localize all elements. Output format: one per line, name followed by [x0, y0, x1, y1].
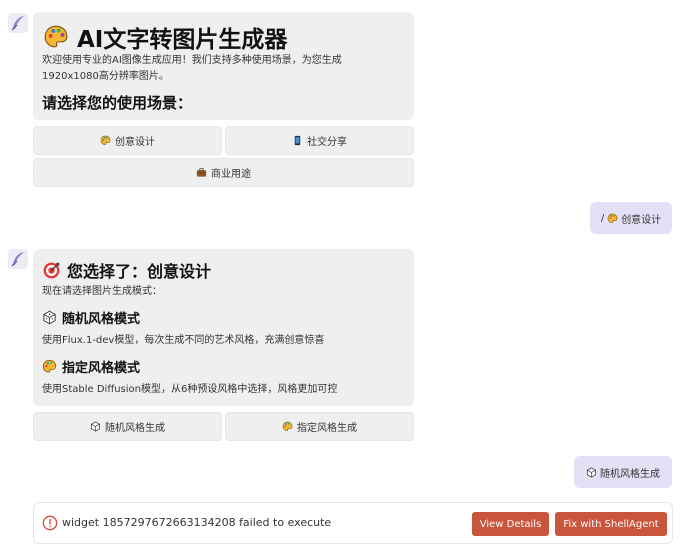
phone-icon [292, 135, 303, 146]
target-icon [42, 261, 61, 280]
selection-title: 您选择了：创意设计 [42, 258, 211, 282]
user-message-text: 创意设计 [621, 214, 662, 226]
palette-icon [100, 135, 111, 146]
scene-button-creative[interactable]: 创意设计 [33, 126, 222, 155]
palette-icon [42, 359, 57, 374]
random-mode-title-text: 随机风格模式 [62, 312, 141, 327]
random-mode-title: 随机风格模式 [42, 308, 140, 327]
quill-icon [11, 16, 24, 31]
description-line: 欢迎使用专业的AI图像生成应用！我们支持多种使用场景，为您生成 [42, 55, 342, 66]
briefcase-icon [196, 167, 207, 178]
user-message-text: 随机风格生成 [600, 468, 660, 480]
user-message-creative: / 创意设计 [590, 202, 672, 234]
scene-button-social[interactable]: 社交分享 [225, 126, 414, 155]
bot-avatar [8, 13, 28, 33]
user-message-random: 随机风格生成 [574, 456, 672, 488]
button-label: 指定风格生成 [297, 423, 357, 434]
view-details-button[interactable]: View Details [472, 512, 549, 536]
random-mode-description: 使用Flux.1-dev模型，每次生成不同的艺术风格，充满创意惊喜 [42, 335, 325, 346]
button-label: 创意设计 [115, 137, 155, 148]
specified-mode-description: 使用Stable Diffusion模型，从6种预设风格中选择，风格更加可控 [42, 384, 338, 395]
button-label: 随机风格生成 [105, 423, 165, 434]
bot-message-welcome: AI文字转图片生成器 欢迎使用专业的AI图像生成应用！我们支持多种使用场景，为您… [33, 12, 414, 120]
fix-with-shellagent-button[interactable]: Fix with ShellAgent [555, 512, 667, 536]
app-title: AI文字转图片生成器 [43, 20, 287, 54]
dice-icon [586, 466, 597, 478]
welcome-description: 欢迎使用专业的AI图像生成应用！我们支持多种使用场景，为您生成 1920x108… [42, 53, 407, 85]
widget-error-banner: widget 1857297672663134208 failed to exe… [33, 502, 673, 544]
bot-avatar [8, 249, 28, 269]
scene-button-business[interactable]: 商业用途 [33, 158, 414, 187]
random-style-button[interactable]: 随机风格生成 [33, 412, 222, 441]
palette-icon [43, 24, 69, 50]
description-line: 1920x1080高分辨率图片。 [42, 71, 169, 82]
dice-icon [42, 310, 57, 325]
specified-mode-title: 指定风格模式 [42, 357, 140, 376]
error-message: widget 1857297672663134208 failed to exe… [62, 516, 332, 529]
button-label: 社交分享 [307, 137, 347, 148]
alert-circle-icon [42, 515, 58, 531]
quill-icon [11, 252, 24, 267]
specified-style-button[interactable]: 指定风格生成 [225, 412, 414, 441]
scene-prompt: 请选择您的使用场景： [42, 94, 193, 112]
selection-title-text: 您选择了：创意设计 [67, 262, 212, 281]
mode-intro: 现在请选择图片生成模式： [42, 286, 162, 297]
dice-icon [90, 421, 101, 432]
button-label: 商业用途 [211, 169, 251, 180]
bot-message-modes: 您选择了：创意设计 现在请选择图片生成模式： 随机风格模式 使用Flux.1-d… [33, 249, 414, 406]
app-title-text: AI文字转图片生成器 [77, 27, 288, 53]
palette-icon [282, 421, 293, 432]
specified-mode-title-text: 指定风格模式 [62, 361, 141, 376]
palette-icon [607, 213, 618, 224]
command-prefix: / [600, 212, 605, 224]
